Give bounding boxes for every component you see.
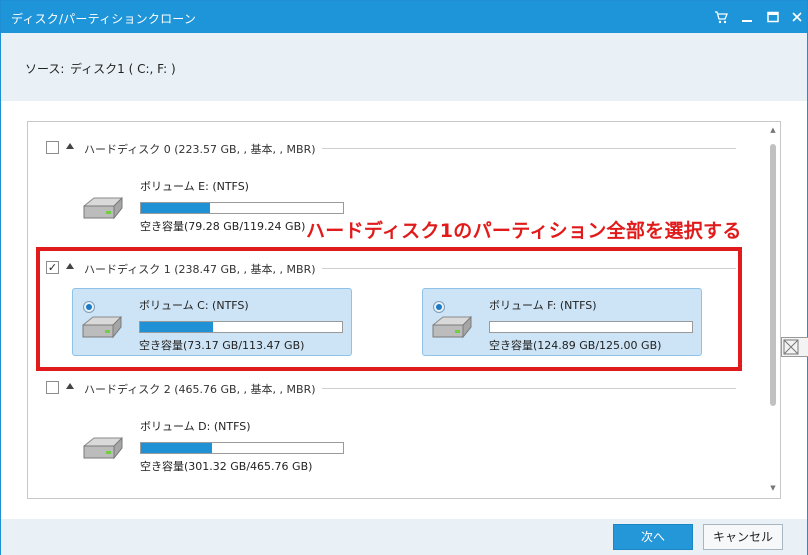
source-label: ソース: bbox=[25, 62, 65, 76]
volume-d-free: 空き容量(301.32 GB/465.76 GB) bbox=[140, 460, 313, 473]
annotation-highlight-box bbox=[36, 247, 742, 371]
hard-drive-icon bbox=[83, 196, 123, 220]
scroll-up-icon[interactable]: ▲ bbox=[769, 126, 777, 134]
collapse-arrow-icon[interactable] bbox=[66, 383, 74, 389]
side-panel-toggle-icon[interactable] bbox=[781, 337, 808, 357]
disk-2-checkbox[interactable] bbox=[46, 381, 59, 394]
disk-0-checkbox[interactable] bbox=[46, 141, 59, 154]
annotation-text: ハードディスク1のパーティション全部を選択する bbox=[306, 220, 742, 242]
next-button[interactable]: 次へ bbox=[613, 524, 693, 550]
source-value: ディスク1 ( C:, F: ) bbox=[70, 62, 176, 76]
scroll-down-icon[interactable]: ▼ bbox=[769, 484, 777, 492]
vertical-scrollbar[interactable]: ▲ ▼ bbox=[768, 126, 778, 494]
volume-e-free: 空き容量(79.28 GB/119.24 GB) bbox=[140, 220, 306, 233]
clone-window: ディスク/パーティションクローン ソース: ディスク1 ( C:, F: ) ハ… bbox=[0, 0, 808, 555]
volume-e-name: ボリューム E: (NTFS) bbox=[140, 180, 249, 193]
collapse-arrow-icon[interactable] bbox=[66, 143, 74, 149]
cancel-button[interactable]: キャンセル bbox=[703, 524, 783, 550]
close-icon[interactable] bbox=[787, 7, 807, 27]
window-title: ディスク/パーティションクローン bbox=[11, 12, 197, 26]
volume-e-usage-bar bbox=[140, 202, 344, 214]
minimize-icon[interactable] bbox=[737, 7, 757, 27]
scroll-thumb[interactable] bbox=[770, 144, 776, 406]
title-bar: ディスク/パーティションクローン bbox=[1, 1, 807, 33]
disk-header-2: ハードディスク 2 (465.76 GB, , 基本, , MBR) bbox=[46, 378, 736, 398]
disk-2-title: ハードディスク 2 (465.76 GB, , 基本, , MBR) bbox=[84, 381, 322, 397]
usage-fill bbox=[141, 443, 212, 453]
volume-d[interactable]: ボリューム D: (NTFS) 空き容量(301.32 GB/465.76 GB… bbox=[74, 410, 354, 478]
usage-fill bbox=[141, 203, 210, 213]
disk-header-0: ハードディスク 0 (223.57 GB, , 基本, , MBR) bbox=[46, 138, 736, 158]
source-info: ソース: ディスク1 ( C:, F: ) bbox=[1, 33, 807, 101]
volume-d-name: ボリューム D: (NTFS) bbox=[140, 420, 251, 433]
footer: 次へ キャンセル bbox=[1, 519, 807, 555]
disk-0-title: ハードディスク 0 (223.57 GB, , 基本, , MBR) bbox=[84, 141, 322, 157]
maximize-icon[interactable] bbox=[763, 7, 783, 27]
cart-icon[interactable] bbox=[711, 7, 731, 27]
volume-d-usage-bar bbox=[140, 442, 344, 454]
hard-drive-icon bbox=[83, 436, 123, 460]
